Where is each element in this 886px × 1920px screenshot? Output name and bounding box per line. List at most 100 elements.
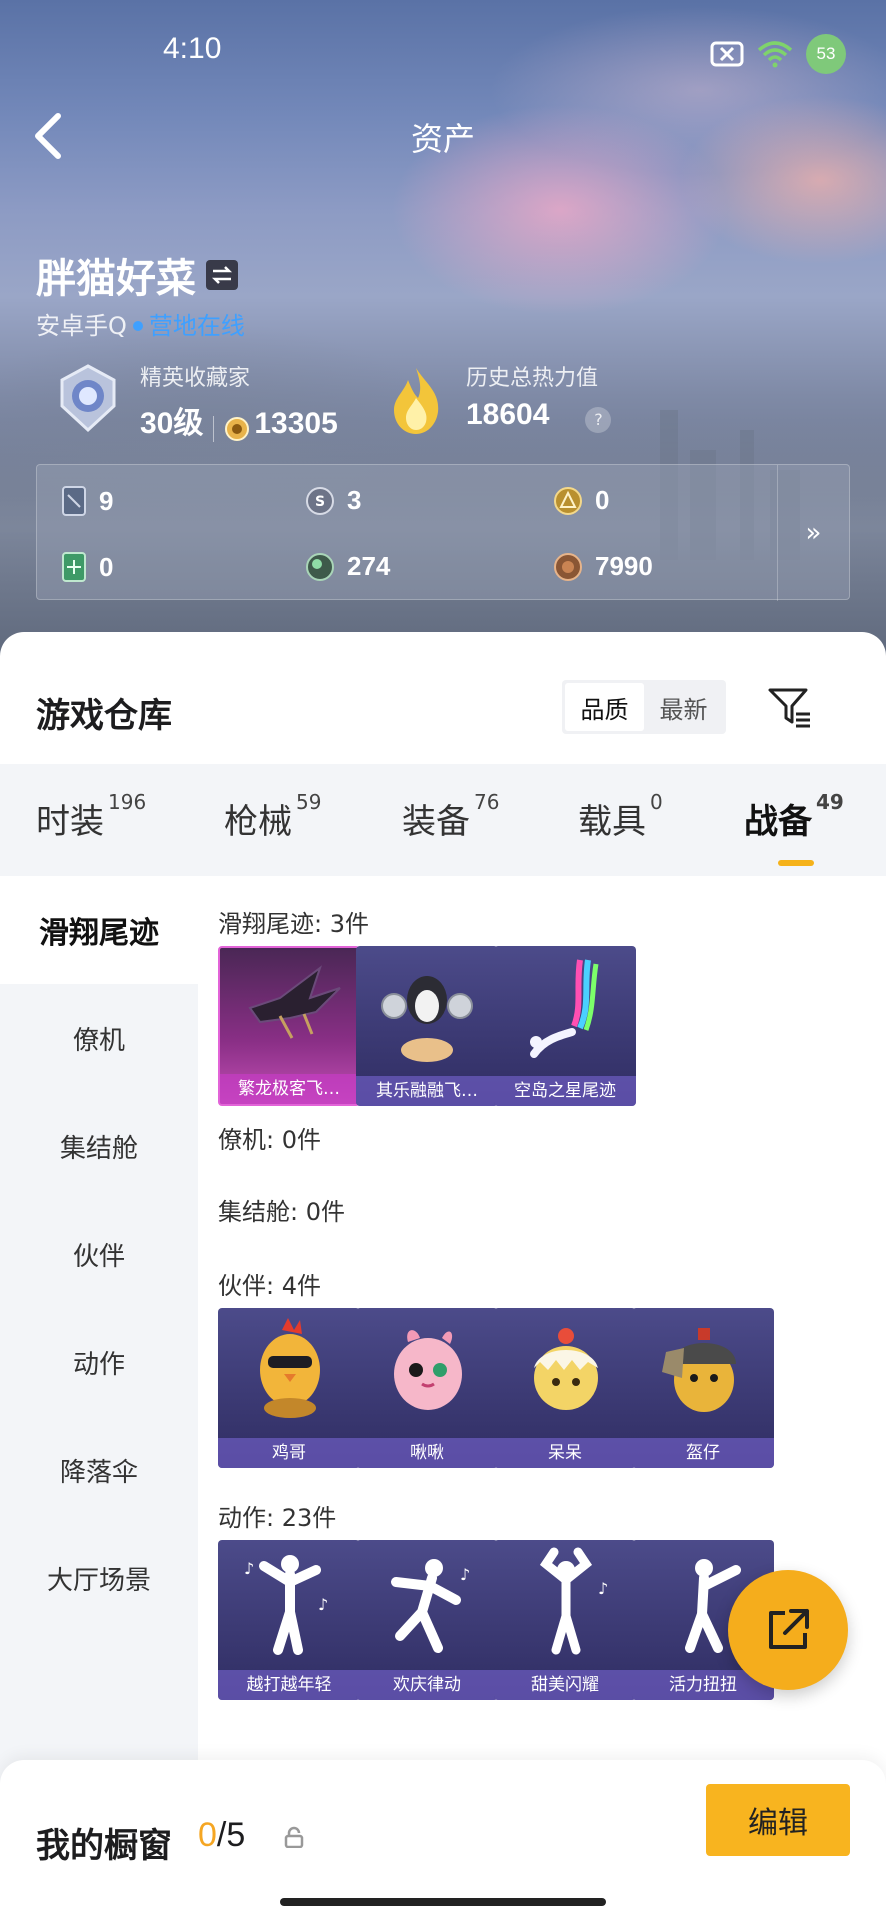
- showcase-count-total: /5: [216, 1816, 246, 1854]
- collector-stat: 精英收藏家 30级 13305: [140, 360, 338, 442]
- svg-text:♪: ♪: [318, 1595, 328, 1614]
- showcase-count-current: 0: [198, 1816, 217, 1854]
- collector-points-icon: [225, 416, 250, 441]
- item-card[interactable]: ♪ 欢庆律动: [356, 1540, 498, 1700]
- warehouse-title: 游戏仓库: [36, 696, 172, 736]
- edit-button[interactable]: 编辑: [706, 1784, 850, 1856]
- player-name-row: 胖猫好菜: [36, 246, 238, 304]
- section-title-partner: 伙伴: 4件: [218, 1272, 321, 1300]
- heat-help-button[interactable]: ?: [585, 406, 612, 433]
- item-name: 盔仔: [632, 1438, 774, 1468]
- svg-text:♪: ♪: [460, 1565, 470, 1584]
- currency-item: 0: [61, 551, 113, 583]
- filter-button[interactable]: [766, 684, 814, 732]
- system-icons: 53: [710, 34, 846, 74]
- showcase-count: 0/5: [198, 1816, 245, 1855]
- item-card[interactable]: 繁龙极客飞…: [218, 946, 360, 1106]
- page-title: 资产: [410, 120, 475, 158]
- gold-coin-icon: [554, 486, 582, 515]
- showcase-label: 我的橱窗: [36, 1826, 172, 1866]
- svg-text:♪: ♪: [598, 1579, 608, 1598]
- sidebar-item-partner[interactable]: 伙伴: [0, 1200, 198, 1308]
- section-title-wingman: 僚机: 0件: [218, 1126, 321, 1154]
- tab-count: 0: [650, 790, 663, 814]
- sidebar-item-glide-trail[interactable]: 滑翔尾迹: [0, 876, 198, 984]
- currency-value: 0: [99, 551, 114, 582]
- filter-icon: [768, 688, 810, 728]
- share-button[interactable]: [728, 1570, 848, 1690]
- status-bar: 4:10 53: [0, 30, 886, 74]
- active-tab-indicator: [778, 860, 814, 866]
- tab-equipment[interactable]: 装备 76: [402, 790, 499, 843]
- wifi-icon: [757, 41, 793, 68]
- item-card[interactable]: 呆呆: [494, 1308, 636, 1468]
- sort-by-newest-button[interactable]: 最新: [644, 683, 723, 731]
- sort-by-quality-button[interactable]: 品质: [565, 683, 644, 731]
- switch-account-button[interactable]: [206, 260, 238, 290]
- collector-level: 30级: [140, 407, 204, 440]
- online-status: 营地在线: [148, 312, 245, 340]
- share-icon: [769, 1609, 809, 1649]
- sidebar-item-wingman[interactable]: 僚机: [0, 984, 198, 1092]
- tab-readiness[interactable]: 战备 49: [744, 790, 844, 843]
- pink-chick-partner-icon: [394, 1330, 462, 1410]
- currency-value: 9: [99, 485, 114, 516]
- tab-firearms[interactable]: 枪械 59: [224, 790, 321, 843]
- category-tabs: 时装 196 枪械 59 装备 76 载具 0 战备 49: [0, 764, 886, 876]
- currency-panel: 9 S 3 0 0 274 7990 »: [36, 464, 850, 601]
- tab-count: 59: [296, 790, 322, 814]
- warehouse-sheet: 游戏仓库 品质 最新 时装 196 枪械 59 装备 76 载具 0 战备 49 滑翔尾迹…: [0, 632, 886, 1920]
- svg-text:♪: ♪: [244, 1559, 254, 1578]
- item-card[interactable]: 盔仔: [632, 1308, 774, 1468]
- item-name: 越打越年轻: [218, 1670, 360, 1700]
- green-orb-icon: [306, 552, 334, 581]
- collector-points: 13305: [254, 407, 338, 440]
- tab-vehicles[interactable]: 载具 0: [578, 790, 663, 843]
- tab-count: 196: [108, 790, 147, 814]
- heat-value: 18604: [466, 398, 550, 431]
- tab-count: 76: [474, 790, 500, 814]
- penguin-glider-icon: [381, 976, 473, 1062]
- helmet-chick-partner-icon: [662, 1328, 736, 1412]
- currency-value: 7990: [595, 551, 653, 581]
- battery-indicator: 53: [806, 34, 846, 74]
- sidebar-item-action[interactable]: 动作: [0, 1308, 198, 1416]
- no-sim-icon: [710, 41, 744, 67]
- collector-title: 精英收藏家: [140, 366, 251, 391]
- heat-label: 历史总热力值: [466, 366, 599, 391]
- tab-count: 49: [816, 790, 844, 814]
- item-name: 繁龙极客飞…: [220, 1074, 358, 1104]
- showcase-bar: 我的橱窗 0/5 编辑: [0, 1760, 886, 1920]
- tab-label: 时装: [36, 802, 104, 842]
- tab-label: 战备: [744, 802, 812, 842]
- currency-item: 274: [305, 551, 390, 582]
- shine-pose-icon: ♪: [539, 1547, 608, 1655]
- item-card[interactable]: 啾啾: [356, 1308, 498, 1468]
- svg-text:S: S: [315, 494, 325, 510]
- egg-chick-partner-icon: [534, 1328, 598, 1410]
- sidebar-item-lobby-scene[interactable]: 大厅场景: [0, 1524, 198, 1632]
- tab-fashion[interactable]: 时装 196: [36, 790, 146, 843]
- swap-icon: [211, 266, 233, 284]
- item-card[interactable]: 空岛之星尾迹: [494, 946, 636, 1106]
- tab-label: 枪械: [224, 802, 292, 842]
- section-title-glide: 滑翔尾迹: 3件: [218, 910, 369, 938]
- lock-icon: [284, 1826, 304, 1848]
- sidebar-item-capsule[interactable]: 集结舱: [0, 1092, 198, 1200]
- sort-toggle: 品质 最新: [562, 680, 726, 734]
- item-name: 空岛之星尾迹: [494, 1076, 636, 1106]
- flame-icon: [394, 368, 439, 434]
- item-card[interactable]: 鸡哥: [218, 1308, 360, 1468]
- item-name: 甜美闪耀: [494, 1670, 636, 1700]
- player-name: 胖猫好菜: [36, 256, 196, 302]
- sidebar-item-parachute[interactable]: 降落伞: [0, 1416, 198, 1524]
- item-card[interactable]: ♪ 甜美闪耀: [494, 1540, 636, 1700]
- item-card[interactable]: ♪ ♪ 越打越年轻: [218, 1540, 360, 1700]
- item-card[interactable]: 其乐融融飞…: [356, 946, 498, 1106]
- currency-more-button[interactable]: »: [777, 465, 849, 601]
- groove-pose-icon: ♪: [391, 1559, 470, 1653]
- currency-value: 0: [595, 485, 610, 515]
- item-name: 其乐融融飞…: [356, 1076, 498, 1106]
- home-indicator: [280, 1898, 606, 1906]
- currency-item: S 3: [305, 485, 361, 516]
